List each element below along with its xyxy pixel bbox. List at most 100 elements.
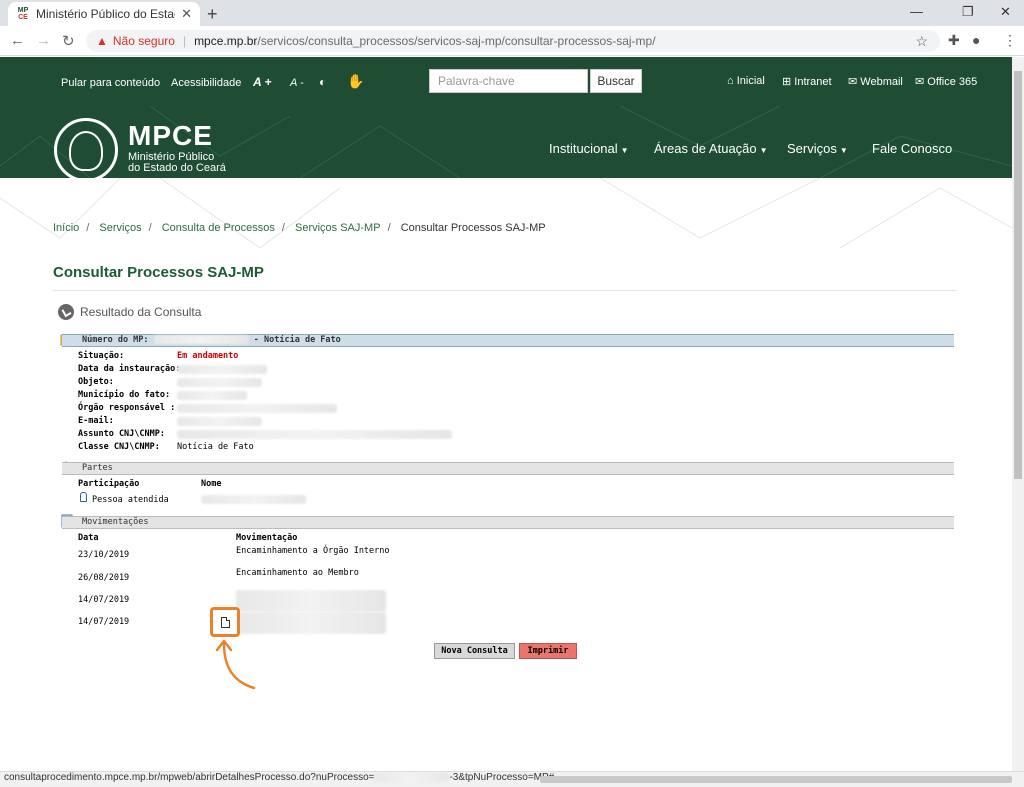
decorative-background xyxy=(0,178,1012,249)
menu-areas-atuacao[interactable]: Áreas de Atuação ▼ xyxy=(654,141,768,156)
breadcrumb-servicos-saj[interactable]: Serviços SAJ-MP xyxy=(295,222,381,234)
field-label-data-instauracao: Data da instauração: xyxy=(78,364,181,374)
breadcrumb-inicio[interactable]: Início xyxy=(53,222,79,234)
office365-link-label: Office 365 xyxy=(927,76,978,88)
col-data: Data xyxy=(78,533,99,543)
webmail-link-label: Webmail xyxy=(860,76,903,88)
menu-fale-conosco[interactable]: Fale Conosco xyxy=(872,141,952,156)
new-tab-icon[interactable]: + xyxy=(207,4,218,25)
site-top-bar: Pular para conteúdo Acessibilidade A + A… xyxy=(0,57,1012,106)
mov-date: 26/08/2019 xyxy=(78,573,130,583)
movimentacoes-section-bar: Movimentações xyxy=(62,516,954,529)
process-type-label: - Notícia de Fato xyxy=(253,335,341,345)
redacted-value xyxy=(201,495,306,504)
divider xyxy=(53,290,957,291)
mov-description: Encaminhamento ao Membro xyxy=(236,568,359,578)
search-button[interactable]: Buscar xyxy=(590,69,642,93)
breadcrumb-consulta-processos[interactable]: Consulta de Processos xyxy=(162,222,275,234)
forward-icon[interactable]: → xyxy=(36,32,51,49)
result-check-icon xyxy=(58,304,74,320)
close-tab-icon[interactable]: ✕ xyxy=(181,6,192,22)
view-document-button[interactable] xyxy=(210,607,240,637)
redacted-value xyxy=(177,391,247,400)
redacted-number xyxy=(153,335,249,344)
mov-date: 14/07/2019 xyxy=(78,617,130,627)
mov-description: Encaminhamento a Órgão Interno xyxy=(236,546,390,556)
field-label-email: E-mail: xyxy=(78,416,114,426)
accessibility-link[interactable]: Acessibilidade xyxy=(171,77,241,89)
address-bar: ← → ↻ ▲ Não seguro | mpce.mp.br/servicos… xyxy=(0,26,1024,56)
url-path: /servicos/consulta_processos/servicos-sa… xyxy=(257,34,656,48)
font-decrease-button[interactable]: A - xyxy=(290,77,304,89)
intranet-link-label: Intranet xyxy=(794,76,832,88)
scroll-thumb[interactable] xyxy=(1014,71,1022,479)
redacted-value xyxy=(177,404,337,413)
font-increase-button[interactable]: A + xyxy=(253,75,272,89)
menu-areas-label: Áreas de Atuação xyxy=(654,141,757,156)
close-window-icon[interactable]: ✕ xyxy=(1000,4,1011,20)
breadcrumb-current: Consultar Processos SAJ-MP xyxy=(400,222,546,234)
minimize-icon[interactable]: — xyxy=(910,4,923,19)
document-icon xyxy=(220,616,230,628)
reload-icon[interactable]: ↻ xyxy=(62,32,75,50)
home-link-label: Inicial xyxy=(736,75,765,87)
browser-tab-strip: MPCE Ministério Público do Estado do ✕ +… xyxy=(0,0,1024,26)
mpce-logo-icon[interactable] xyxy=(54,118,118,178)
office365-link[interactable]: ✉ Office 365 xyxy=(915,75,977,88)
menu-servicos[interactable]: Serviços ▼ xyxy=(787,141,848,156)
field-value-classe: Notícia de Fato xyxy=(177,442,254,452)
col-movimentacao: Movimentação xyxy=(236,533,298,543)
redacted-value xyxy=(236,590,386,612)
menu-fale-label: Fale Conosco xyxy=(872,141,953,156)
sign-language-icon[interactable]: ✋ xyxy=(347,73,364,90)
breadcrumb-servicos[interactable]: Serviços xyxy=(99,222,141,234)
url-field[interactable]: ▲ Não seguro | mpce.mp.br/servicos/consu… xyxy=(86,30,940,52)
caret-down-icon: ▼ xyxy=(839,146,848,155)
redacted-value xyxy=(177,365,267,374)
vertical-scrollbar[interactable] xyxy=(1012,57,1024,773)
back-icon[interactable]: ← xyxy=(10,32,25,49)
partes-section-bar: Partes xyxy=(62,462,954,475)
status-url: consultaprocedimento.mpce.mp.br/mpweb/ab… xyxy=(4,772,555,783)
redacted-value xyxy=(177,378,262,387)
mpce-favicon-icon: MP CE xyxy=(17,7,29,21)
process-number-label: Número do MP: xyxy=(82,335,149,345)
nova-consulta-button[interactable]: Nova Consulta xyxy=(434,643,515,659)
bookmark-star-icon[interactable]: ☆ xyxy=(915,33,928,50)
field-label-orgao: Órgão responsável : xyxy=(78,403,176,413)
warning-icon: ▲ xyxy=(96,34,108,48)
mov-date: 23/10/2019 xyxy=(78,550,130,560)
field-label-situacao: Situação: xyxy=(78,351,125,361)
skip-to-content-link[interactable]: Pular para conteúdo xyxy=(61,77,160,89)
caret-down-icon: ▼ xyxy=(620,146,629,155)
extensions-icon[interactable]: ✚ xyxy=(948,32,960,49)
home-link[interactable]: ⌂ Inicial xyxy=(727,75,765,87)
contrast-icon[interactable]: ◐ xyxy=(319,75,326,89)
menu-institucional[interactable]: Institucional ▼ xyxy=(549,141,629,156)
redacted-value xyxy=(177,430,452,439)
col-participacao: Participação xyxy=(78,479,140,489)
mail-icon: ✉ xyxy=(848,76,858,88)
redacted-value xyxy=(236,612,386,634)
url-host: mpce.mp.br xyxy=(194,34,258,48)
col-nome: Nome xyxy=(201,479,222,489)
restore-icon[interactable]: ❐ xyxy=(962,4,974,20)
webmail-link[interactable]: ✉ Webmail xyxy=(848,75,903,88)
menu-dots-icon[interactable]: ⋮ xyxy=(1003,32,1017,49)
result-title: Resultado da Consulta xyxy=(80,305,202,319)
security-label: Não seguro xyxy=(112,34,175,48)
imprimir-button[interactable]: Imprimir xyxy=(519,643,577,659)
caret-down-icon: ▼ xyxy=(759,146,768,155)
field-label-objeto: Objeto: xyxy=(78,377,114,387)
intranet-link[interactable]: ⊞ Intranet xyxy=(782,75,832,88)
person-icon xyxy=(80,492,87,502)
browser-tab[interactable]: MPCE Ministério Público do Estado do ✕ xyxy=(8,2,200,26)
menu-institucional-label: Institucional xyxy=(549,141,618,156)
tab-title: Ministério Público do Estado do xyxy=(36,7,175,21)
profile-icon[interactable]: ● xyxy=(972,32,980,48)
process-number-bar: Número do MP: - Notícia de Fato xyxy=(62,334,954,347)
sitemap-icon: ⊞ xyxy=(782,76,792,88)
horizontal-scroll-thumb[interactable] xyxy=(540,776,1012,783)
search-input[interactable]: Palavra-chave xyxy=(429,69,588,93)
url-separator: | xyxy=(182,34,187,48)
